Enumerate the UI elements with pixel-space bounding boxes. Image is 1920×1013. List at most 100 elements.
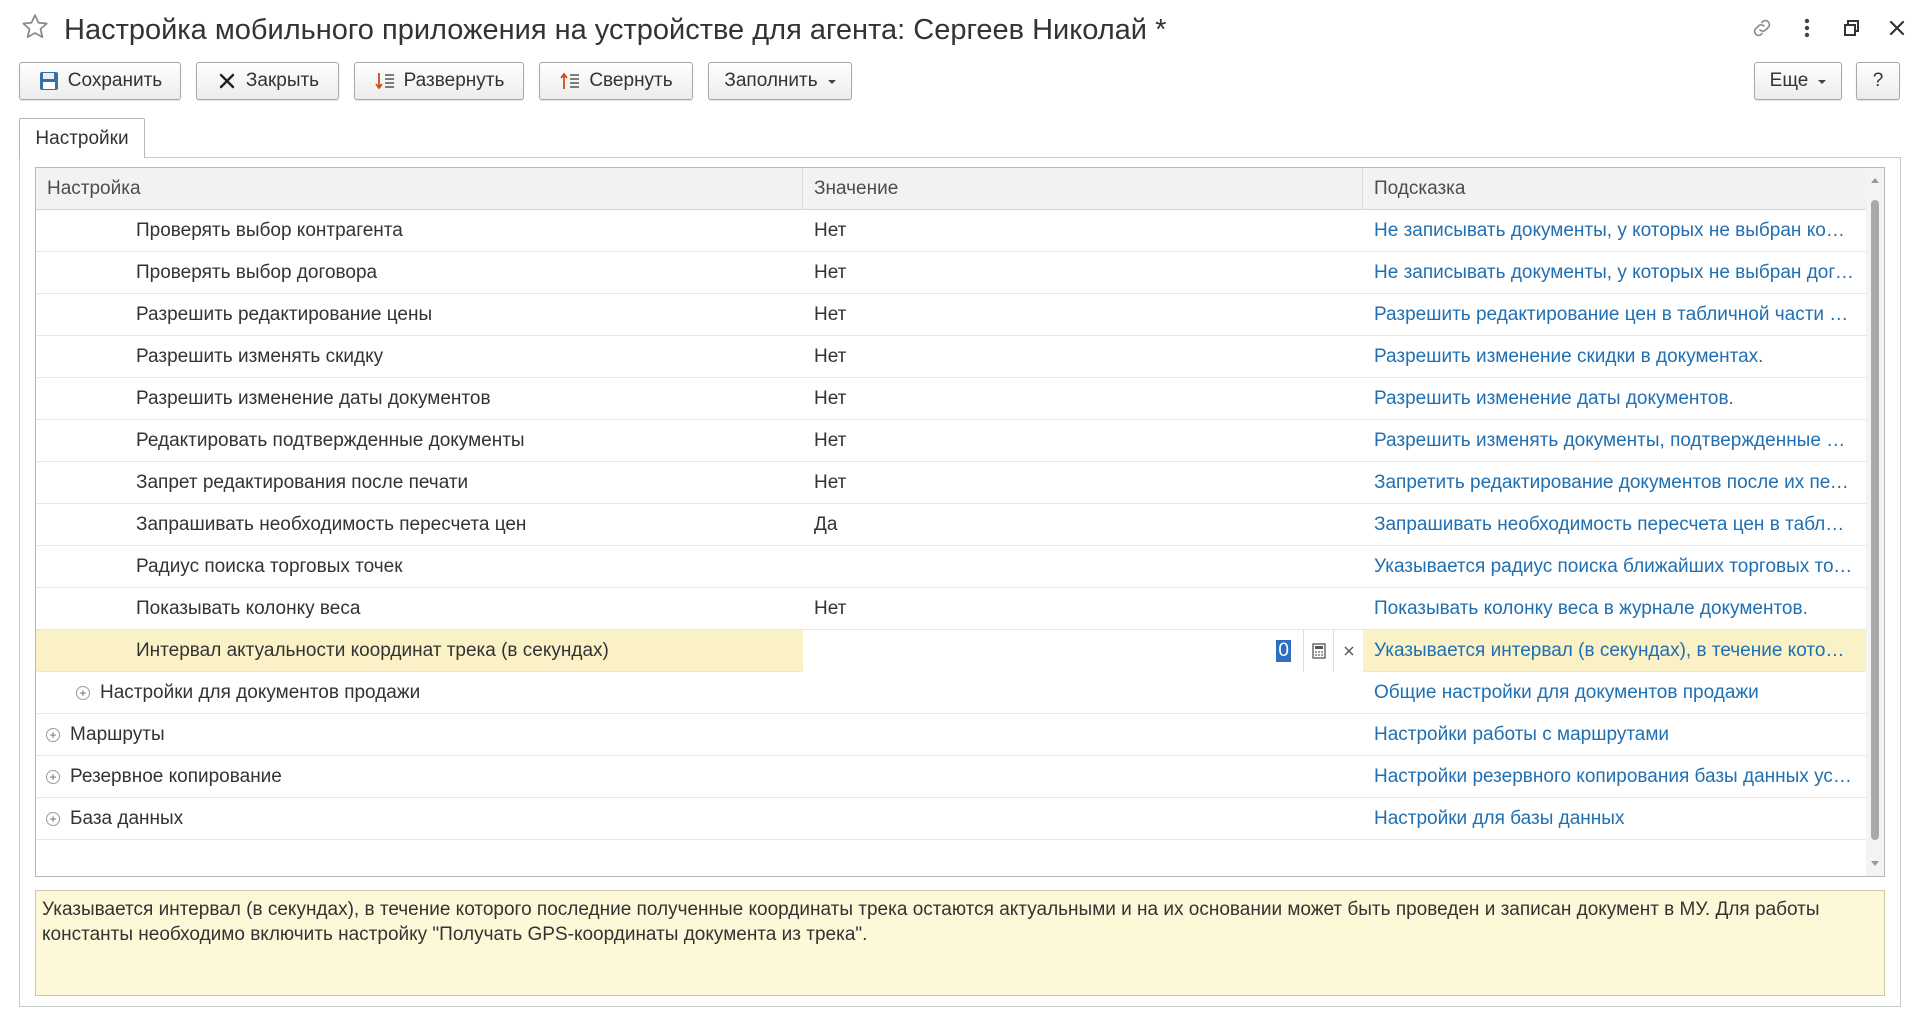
setting-hint-link[interactable]: Разрешить изменение даты документов.: [1374, 388, 1854, 410]
save-button-label: Сохранить: [67, 70, 163, 91]
setting-hint-link[interactable]: Указывается радиус поиска ближайших торг…: [1374, 556, 1854, 578]
table-row[interactable]: Проверять выбор договора Нет Не записывать…: [36, 252, 1866, 294]
star-icon[interactable]: [20, 12, 50, 42]
setting-value-cell[interactable]: [803, 672, 1363, 714]
setting-hint-link[interactable]: Показывать колонку веса в журнале докуме…: [1374, 598, 1854, 620]
table-row-group[interactable]: + Маршруты Настройки работы с маршрутами: [36, 714, 1866, 756]
more-vertical-icon[interactable]: [1794, 15, 1820, 41]
setting-hint-cell[interactable]: Не записывать документы, у которых не вы…: [1363, 210, 1866, 252]
setting-value-cell[interactable]: Да: [803, 504, 1363, 546]
save-button[interactable]: Сохранить: [19, 62, 181, 100]
setting-hint-cell[interactable]: Настройки работы с маршрутами: [1363, 714, 1866, 756]
setting-value-cell[interactable]: [803, 756, 1363, 798]
setting-value: Нет: [814, 220, 847, 241]
table-row[interactable]: Редактировать подтвержденные документы Не…: [36, 420, 1866, 462]
setting-hint-link[interactable]: Разрешить редактирование цен в табличной…: [1374, 304, 1854, 326]
setting-value-cell[interactable]: 0: [803, 630, 1363, 672]
setting-hint-cell[interactable]: Разрешить изменять документы, подтвержде…: [1363, 420, 1866, 462]
vertical-scrollbar[interactable]: [1866, 168, 1884, 876]
setting-hint-link[interactable]: Настройки для базы данных: [1374, 808, 1854, 830]
table-row-group[interactable]: + База данных Настройки для базы данных: [36, 798, 1866, 840]
setting-value-cell[interactable]: Нет: [803, 210, 1363, 252]
scrollbar-thumb[interactable]: [1871, 200, 1879, 840]
setting-hint-cell[interactable]: Указывается радиус поиска ближайших торг…: [1363, 546, 1866, 588]
table-row[interactable]: Разрешить редактирование цены Нет Разрешит…: [36, 294, 1866, 336]
setting-value-cell[interactable]: [803, 714, 1363, 756]
expand-plus-icon[interactable]: +: [76, 686, 90, 700]
setting-value-cell[interactable]: Нет: [803, 420, 1363, 462]
calculator-icon[interactable]: [1303, 630, 1333, 672]
tab-settings[interactable]: Настройки: [19, 118, 145, 158]
scroll-down-icon[interactable]: [1871, 861, 1879, 866]
setting-hint-link[interactable]: Запретить редактирование документов посл…: [1374, 472, 1854, 494]
setting-value-cell[interactable]: Нет: [803, 336, 1363, 378]
setting-hint-link[interactable]: Запрашивать необходимость пересчета цен …: [1374, 514, 1854, 536]
setting-hint-link[interactable]: Разрешить изменять документы, подтвержде…: [1374, 430, 1854, 452]
table-row[interactable]: Разрешить изменение даты документов Нет Ра…: [36, 378, 1866, 420]
scroll-up-icon[interactable]: [1871, 178, 1879, 183]
description-panel: Указывается интервал (в секундах), в теч…: [35, 890, 1885, 996]
column-header-value[interactable]: Значение: [803, 168, 1363, 210]
setting-hint-link[interactable]: Разрешить изменение скидки в документах.: [1374, 346, 1854, 368]
setting-hint-cell[interactable]: Запретить редактирование документов посл…: [1363, 462, 1866, 504]
table-row[interactable]: Разрешить изменять скидку Нет Разрешить из…: [36, 336, 1866, 378]
table-row[interactable]: Радиус поиска торговых точек Указывается …: [36, 546, 1866, 588]
setting-hint-cell[interactable]: Настройки резервного копирования базы да…: [1363, 756, 1866, 798]
setting-name: База данных: [70, 808, 184, 829]
setting-value-cell[interactable]: Нет: [803, 294, 1363, 336]
setting-hint-link[interactable]: Не записывать документы, у которых не вы…: [1374, 262, 1854, 284]
expand-plus-icon[interactable]: +: [46, 812, 60, 826]
setting-hint-cell[interactable]: Указывается интервал (в секундах), в теч…: [1363, 630, 1866, 672]
setting-value: Нет: [814, 346, 847, 367]
column-header-setting[interactable]: Настройка: [36, 168, 803, 210]
table-row[interactable]: Проверять выбор контрагента Нет Не записыв…: [36, 210, 1866, 252]
setting-value-cell[interactable]: Нет: [803, 462, 1363, 504]
fill-dropdown-button[interactable]: Заполнить: [708, 62, 852, 100]
table-row[interactable]: Интервал актуальности координат трека (в…: [36, 630, 1866, 672]
collapse-button[interactable]: Свернуть: [539, 62, 693, 100]
setting-hint-link[interactable]: Настройки работы с маршрутами: [1374, 724, 1854, 746]
table-row-group[interactable]: + Настройки для документов продажи Общие н…: [36, 672, 1866, 714]
close-button[interactable]: Закрыть: [196, 62, 339, 100]
restore-window-icon[interactable]: [1839, 15, 1865, 41]
setting-value-cell[interactable]: [803, 546, 1363, 588]
setting-hint-link[interactable]: Общие настройки для документов продажи: [1374, 682, 1854, 704]
expand-plus-icon[interactable]: +: [46, 770, 60, 784]
setting-hint-link[interactable]: Указывается интервал (в секундах), в теч…: [1374, 640, 1854, 662]
expand-button[interactable]: Развернуть: [354, 62, 524, 100]
close-icon[interactable]: [1884, 15, 1910, 41]
setting-value-cell[interactable]: [803, 798, 1363, 840]
table-row[interactable]: Запрашивать необходимость пересчета цен Д…: [36, 504, 1866, 546]
setting-name: Разрешить изменять скидку: [136, 346, 384, 367]
table-row-group[interactable]: + Резервное копирование Настройки резервно…: [36, 756, 1866, 798]
setting-name: Запрет редактирования после печати: [136, 472, 469, 493]
fill-button-label: Заполнить: [724, 70, 818, 91]
setting-name: Интервал актуальности координат трека (в…: [136, 640, 609, 661]
setting-hint-link[interactable]: Настройки резервного копирования базы да…: [1374, 766, 1854, 788]
column-header-hint[interactable]: Подсказка: [1363, 168, 1866, 210]
value-input[interactable]: 0: [1276, 640, 1291, 662]
setting-value-cell[interactable]: Нет: [803, 252, 1363, 294]
setting-value: Нет: [814, 472, 847, 493]
setting-hint-cell[interactable]: Разрешить редактирование цен в табличной…: [1363, 294, 1866, 336]
setting-hint-cell[interactable]: Настройки для базы данных: [1363, 798, 1866, 840]
table-row[interactable]: Показывать колонку веса Нет Показывать кол…: [36, 588, 1866, 630]
setting-name: Разрешить редактирование цены: [136, 304, 433, 325]
setting-name: Разрешить изменение даты документов: [136, 388, 491, 409]
setting-value-cell[interactable]: Нет: [803, 588, 1363, 630]
setting-name-cell: Редактировать подтвержденные документы: [36, 420, 803, 462]
link-icon[interactable]: [1749, 15, 1775, 41]
setting-hint-cell[interactable]: Разрешить изменение даты документов.: [1363, 378, 1866, 420]
setting-hint-cell[interactable]: Общие настройки для документов продажи: [1363, 672, 1866, 714]
table-row[interactable]: Запрет редактирования после печати Нет Зап…: [36, 462, 1866, 504]
setting-hint-link[interactable]: Не записывать документы, у которых не вы…: [1374, 220, 1854, 242]
help-button[interactable]: ?: [1856, 62, 1900, 100]
clear-icon[interactable]: [1333, 630, 1363, 672]
setting-hint-cell[interactable]: Показывать колонку веса в журнале докуме…: [1363, 588, 1866, 630]
more-dropdown-button[interactable]: Еще: [1754, 62, 1842, 100]
setting-hint-cell[interactable]: Запрашивать необходимость пересчета цен …: [1363, 504, 1866, 546]
expand-plus-icon[interactable]: +: [46, 728, 60, 742]
setting-hint-cell[interactable]: Разрешить изменение скидки в документах.: [1363, 336, 1866, 378]
setting-hint-cell[interactable]: Не записывать документы, у которых не вы…: [1363, 252, 1866, 294]
setting-value-cell[interactable]: Нет: [803, 378, 1363, 420]
